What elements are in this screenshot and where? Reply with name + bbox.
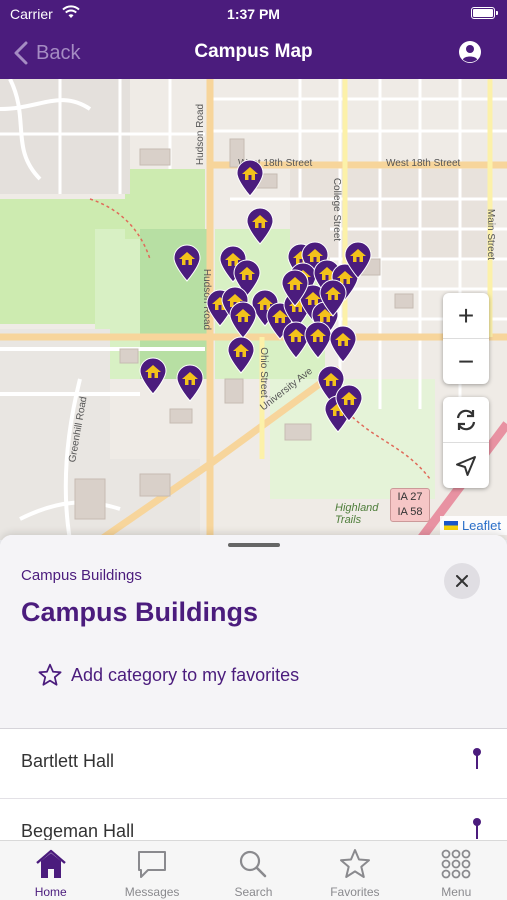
highway-shield-line: IA 27 bbox=[397, 491, 423, 503]
sheet-header bbox=[0, 535, 507, 728]
location-arrow-icon bbox=[456, 455, 476, 476]
category-sheet: Campus Buildings Campus Buildings Add ca… bbox=[0, 535, 507, 845]
sheet-heading: Campus Buildings bbox=[21, 597, 259, 627]
street-label: Main Street bbox=[485, 208, 497, 261]
zoom-control: + − bbox=[443, 293, 489, 384]
list-item[interactable]: Begeman Hall bbox=[0, 799, 507, 845]
tab-home[interactable]: Home bbox=[0, 841, 101, 900]
building-name: Begeman Hall bbox=[21, 821, 135, 841]
map-attribution[interactable]: Leaflet bbox=[439, 516, 507, 535]
sheet-drag-handle[interactable] bbox=[228, 543, 280, 547]
building-marker-icon[interactable] bbox=[226, 336, 256, 374]
page-title: Campus Map bbox=[194, 41, 313, 62]
leaflet-link[interactable]: Leaflet bbox=[462, 518, 501, 533]
messages-icon bbox=[138, 851, 167, 878]
ukraine-flag-icon bbox=[443, 521, 458, 530]
building-marker-icon[interactable] bbox=[343, 241, 373, 279]
building-marker-icon[interactable] bbox=[328, 325, 358, 363]
building-marker-icon[interactable] bbox=[172, 244, 202, 282]
tab-label: Home bbox=[34, 885, 67, 899]
building-marker-icon[interactable] bbox=[245, 207, 275, 245]
close-button[interactable] bbox=[444, 563, 480, 599]
map-pin-icon[interactable] bbox=[471, 817, 483, 841]
tab-bar: Home Messages Search Favorites Menu bbox=[0, 840, 507, 900]
search-icon bbox=[240, 850, 267, 878]
navigation-bar: Carrier 1:37 PM Back Campus Map bbox=[0, 0, 507, 79]
building-name: Bartlett Hall bbox=[21, 751, 115, 771]
tab-label: Menu bbox=[441, 885, 472, 899]
battery-icon bbox=[471, 7, 498, 19]
tab-label: Search bbox=[234, 885, 273, 899]
building-marker-icon[interactable] bbox=[228, 301, 258, 339]
tab-messages[interactable]: Messages bbox=[101, 841, 202, 900]
star-outline-icon bbox=[38, 663, 62, 686]
clock: 1:37 PM bbox=[227, 6, 280, 22]
building-marker-icon[interactable] bbox=[138, 357, 168, 395]
building-marker-icon[interactable] bbox=[318, 279, 348, 317]
zoom-out-button[interactable]: − bbox=[443, 339, 489, 384]
refresh-button[interactable] bbox=[443, 397, 489, 442]
list-item[interactable]: Bartlett Hall bbox=[0, 729, 507, 799]
building-marker-icon[interactable] bbox=[175, 364, 205, 402]
grid-menu-icon bbox=[441, 849, 471, 879]
add-to-favorites-label: Add category to my favorites bbox=[71, 664, 300, 685]
refresh-icon bbox=[456, 409, 476, 430]
sheet-subtitle: Campus Buildings bbox=[21, 567, 142, 584]
street-label: College Street bbox=[331, 177, 343, 242]
home-icon bbox=[35, 849, 66, 878]
map-tools bbox=[443, 397, 489, 488]
status-bar: Carrier 1:37 PM bbox=[0, 0, 507, 28]
account-icon[interactable] bbox=[458, 40, 482, 64]
tab-label: Favorites bbox=[330, 885, 380, 899]
zoom-in-button[interactable]: + bbox=[443, 293, 489, 338]
highway-shield-line: IA 58 bbox=[397, 506, 423, 518]
map-pin-icon[interactable] bbox=[471, 747, 483, 771]
close-icon bbox=[456, 575, 468, 587]
campus-map[interactable]: West 18th Street West 18th Street Hudson… bbox=[0, 79, 507, 540]
tab-label: Messages bbox=[124, 885, 180, 899]
add-to-favorites-button[interactable]: Add category to my favorites bbox=[37, 662, 299, 688]
locate-me-button[interactable] bbox=[443, 443, 489, 488]
building-marker-icon[interactable] bbox=[280, 269, 310, 307]
highway-shield: IA 27 IA 58 bbox=[390, 488, 430, 522]
tab-menu[interactable]: Menu bbox=[406, 841, 507, 900]
tab-search[interactable]: Search bbox=[203, 841, 304, 900]
building-marker-icon[interactable] bbox=[334, 384, 364, 422]
tab-favorites[interactable]: Favorites bbox=[304, 841, 405, 900]
street-label: West 18th Street bbox=[386, 158, 461, 169]
street-label: Hudson Road bbox=[195, 103, 207, 166]
star-icon bbox=[339, 849, 370, 878]
street-label: Highland Trails bbox=[335, 502, 379, 526]
street-label: Ohio Street bbox=[257, 347, 269, 398]
building-marker-icon[interactable] bbox=[235, 159, 265, 197]
